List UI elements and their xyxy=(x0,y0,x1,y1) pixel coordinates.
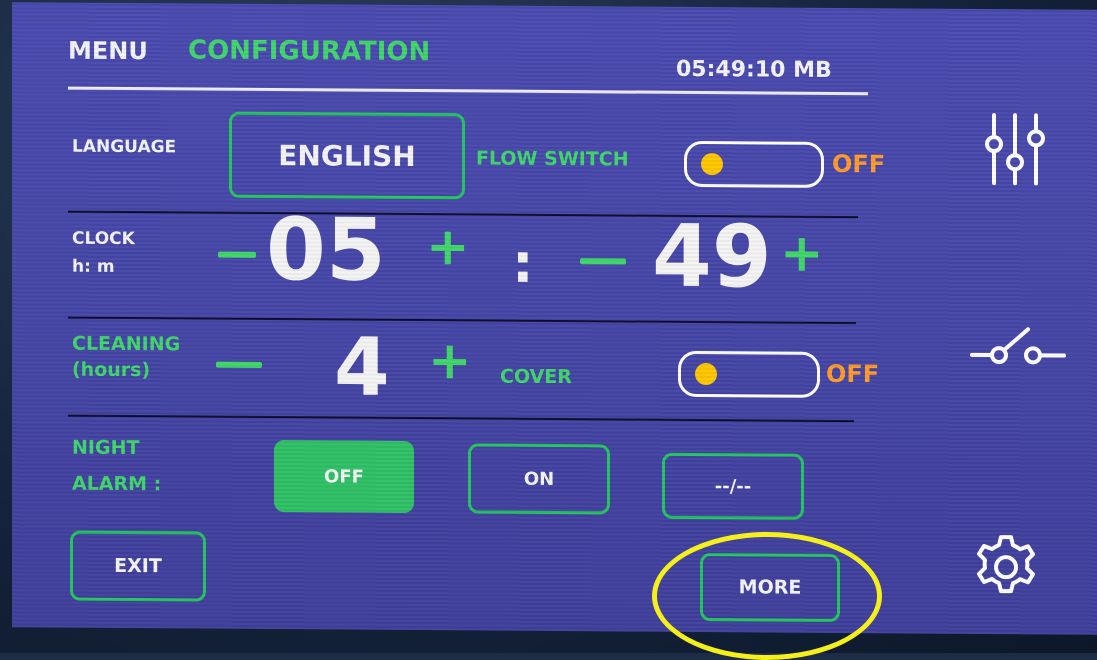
cover-toggle[interactable] xyxy=(678,351,820,398)
night-alarm-off-button[interactable]: OFF xyxy=(274,440,414,513)
time-separator: : xyxy=(512,232,534,295)
cover-label: COVER xyxy=(500,366,572,389)
flow-switch-state: OFF xyxy=(832,150,885,178)
highlight-circle xyxy=(652,532,882,660)
page-title: CONFIGURATION xyxy=(188,35,430,67)
clock-label: CLOCK xyxy=(72,229,135,249)
sliders-icon[interactable] xyxy=(984,109,1046,189)
cleaning-value: 4 xyxy=(334,320,390,413)
night-alarm-label: NIGHT xyxy=(72,437,139,459)
row-divider xyxy=(68,415,854,422)
minutes-value: 49 xyxy=(652,207,772,308)
night-alarm-on-button[interactable]: ON xyxy=(468,443,610,514)
toggle-knob xyxy=(701,153,723,175)
night-alarm-label-line2: ALARM : xyxy=(72,473,161,496)
header-divider xyxy=(68,87,868,96)
cleaning-minus-button[interactable] xyxy=(216,362,262,368)
switch-icon[interactable] xyxy=(968,321,1068,372)
hours-plus-button[interactable]: + xyxy=(426,217,470,277)
exit-button[interactable]: EXIT xyxy=(70,531,206,602)
row-divider xyxy=(68,317,856,325)
minutes-minus-button[interactable] xyxy=(580,258,626,264)
flow-switch-label: FLOW SWITCH xyxy=(476,147,629,170)
touch-screen: MENU CONFIGURATION 05:49:10 MB LANGUAGE … xyxy=(12,2,1097,635)
night-alarm-timer-button[interactable]: --/-- xyxy=(662,453,804,520)
toggle-knob xyxy=(695,363,717,385)
language-label: LANGUAGE xyxy=(72,137,176,158)
hours-value: 05 xyxy=(266,200,386,301)
menu-label[interactable]: MENU xyxy=(68,37,148,66)
cleaning-plus-button[interactable]: + xyxy=(428,331,472,391)
gear-icon[interactable] xyxy=(970,531,1042,604)
cleaning-label: CLEANING xyxy=(72,333,180,356)
cover-state: OFF xyxy=(826,360,879,388)
language-button[interactable]: ENGLISH xyxy=(229,112,465,200)
minutes-plus-button[interactable]: + xyxy=(780,224,824,284)
clock-units-label: h: m xyxy=(72,257,115,277)
flow-switch-toggle[interactable] xyxy=(684,141,824,188)
cleaning-units-label: (hours) xyxy=(72,359,150,382)
hours-minus-button[interactable] xyxy=(218,252,256,258)
clock-readout: 05:49:10 MB xyxy=(676,57,832,83)
